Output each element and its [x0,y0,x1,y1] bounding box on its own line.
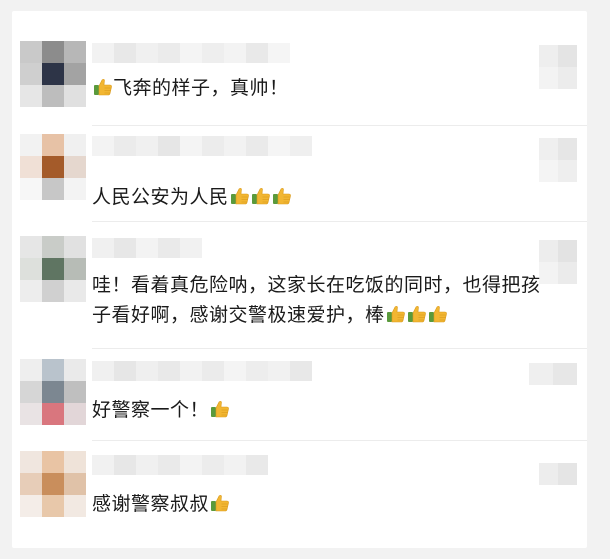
comment-text-body: 子看好啊，感谢交警极速爱护，棒 [92,304,385,326]
comment-item: 飞奔的样子，真帅！ [12,11,587,121]
thumbs-up-icon [209,399,230,421]
comment-text-line: 哇！看着真危险呐，这家长在吃饭的同时，也得把孩 [92,274,541,296]
comment-text-body: 感谢警察叔叔 [92,493,210,515]
username[interactable] [92,361,312,381]
comment-item: 好警察一个！ [12,349,587,440]
comment-text-body: 人民公安为人民 [92,186,229,208]
comment-list: 飞奔的样子，真帅！ 人民公安为人民 哇！看着真危险呐，这家长在吃饭的同时，也得把… [12,11,587,548]
avatar[interactable] [20,359,86,425]
comment-text: 好警察一个！ [92,395,572,425]
timestamp [539,45,577,67]
avatar[interactable] [20,41,86,107]
comment-text: 飞奔的样子，真帅！ [92,73,572,103]
comment-text: 人民公安为人民 [92,182,572,212]
username[interactable] [92,136,312,156]
username[interactable] [92,455,268,475]
avatar[interactable] [20,236,86,302]
comment-text-body: 飞奔的样子，真帅！ [113,77,289,99]
username[interactable] [92,43,290,63]
thumbs-up-icon [385,304,448,326]
username[interactable] [92,238,202,258]
comment-text-line: 子看好啊，感谢交警极速爱护，棒 [92,300,572,330]
comment-item: 人民公安为人民 [12,126,587,221]
timestamp [529,363,577,385]
page-background: 飞奔的样子，真帅！ 人民公安为人民 哇！看着真危险呐，这家长在吃饭的同时，也得把… [0,0,610,559]
timestamp [539,240,577,262]
comment-item: 感谢警察叔叔 [12,441,587,548]
comment-text-body: 好警察一个！ [92,399,210,421]
like-count[interactable] [539,160,577,182]
comment-text: 感谢警察叔叔 [92,489,572,519]
avatar[interactable] [20,134,86,200]
timestamp [539,463,577,485]
comment-item: 哇！看着真危险呐，这家长在吃饭的同时，也得把孩 子看好啊，感谢交警极速爱护，棒 [12,222,587,348]
avatar[interactable] [20,451,86,517]
thumbs-up-icon [209,493,230,515]
comment-text: 哇！看着真危险呐，这家长在吃饭的同时，也得把孩 子看好啊，感谢交警极速爱护，棒 [92,270,572,330]
thumbs-up-icon [92,77,113,99]
thumbs-up-icon [229,186,292,208]
timestamp [539,138,577,160]
